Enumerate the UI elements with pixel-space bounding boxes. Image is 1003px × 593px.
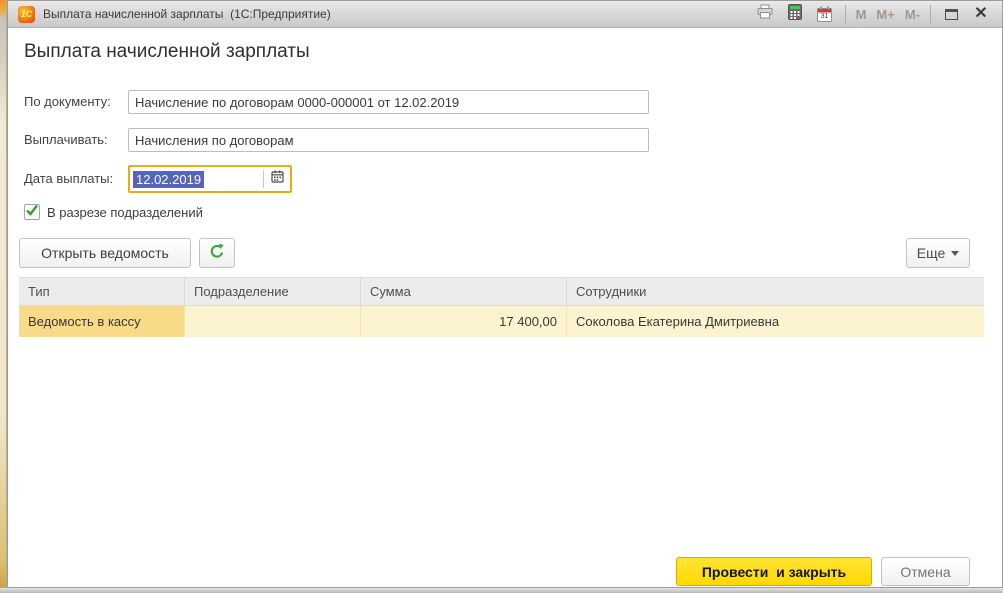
document-field-value: Начисление по договорам 0000-000001 от 1… — [135, 95, 459, 110]
pay-field-value: Начисления по договорам — [135, 133, 294, 148]
calendar-icon: 31 — [817, 6, 832, 22]
cancel-button[interactable]: Отмена — [881, 557, 970, 586]
print-button[interactable] — [752, 4, 778, 25]
column-header-employees[interactable]: Сотрудники — [567, 278, 984, 305]
document-field[interactable]: Начисление по договорам 0000-000001 от 1… — [128, 90, 649, 114]
page-title: Выплата начисленной зарплаты — [24, 41, 310, 63]
titlebar[interactable]: 1С Выплата начисленной зарплаты (1С:Пред… — [8, 1, 1002, 28]
by-departments-checkbox[interactable]: В разрезе подразделений — [24, 204, 203, 220]
document-field-label: По документу: — [24, 90, 111, 114]
open-sheet-button[interactable]: Открыть ведомость — [19, 238, 191, 268]
payment-date-field[interactable]: 12.02.2019 — [128, 165, 292, 193]
table-row[interactable]: Ведомость в кассу 17 400,00 Соколова Ека… — [19, 306, 984, 337]
cell-employees[interactable]: Соколова Екатерина Дмитриевна — [567, 306, 984, 337]
cell-amount[interactable]: 17 400,00 — [361, 306, 567, 337]
more-button[interactable]: Еще — [906, 238, 970, 268]
dialog-window: 1С Выплата начисленной зарплаты (1С:Пред… — [7, 0, 1003, 588]
restore-icon — [945, 9, 958, 20]
app-background-edge — [0, 0, 7, 588]
memory-m-minus-button[interactable]: M- — [902, 7, 923, 22]
calendar-picker-icon — [271, 170, 284, 188]
post-and-close-button[interactable]: Провести и закрыть — [676, 557, 872, 586]
titlebar-separator — [845, 5, 846, 23]
refresh-icon — [208, 243, 226, 264]
printer-icon — [756, 4, 774, 24]
calendar-button[interactable]: 31 — [812, 4, 838, 25]
column-header-amount[interactable]: Сумма — [361, 278, 567, 305]
column-header-department[interactable]: Подразделение — [185, 278, 361, 305]
calculator-icon — [788, 4, 802, 25]
chevron-down-icon — [951, 251, 959, 256]
1c-logo-icon: 1С — [18, 6, 35, 23]
cell-type[interactable]: Ведомость в кассу — [19, 306, 185, 337]
pay-field[interactable]: Начисления по договорам — [128, 128, 649, 152]
close-icon: ✕ — [974, 6, 987, 22]
checkbox-label: В разрезе подразделений — [47, 205, 203, 220]
titlebar-buttons: 31 M M+ M- ✕ — [752, 4, 1002, 25]
checkbox-box[interactable] — [24, 204, 40, 220]
screen: 1С Выплата начисленной зарплаты (1С:Пред… — [0, 0, 1003, 593]
restore-window-button[interactable] — [938, 4, 964, 25]
window-bottom-edge — [0, 588, 1003, 593]
pay-field-label: Выплачивать: — [24, 128, 108, 152]
payout-table: Тип Подразделение Сумма Сотрудники Ведом… — [19, 277, 984, 337]
calculator-button[interactable] — [782, 4, 808, 25]
checkmark-icon — [25, 203, 39, 222]
date-picker-button[interactable] — [264, 167, 290, 191]
cell-department[interactable] — [185, 306, 361, 337]
table-header-row: Тип Подразделение Сумма Сотрудники — [19, 277, 984, 306]
more-button-label: Еще — [917, 245, 946, 261]
memory-m-button[interactable]: M — [853, 7, 870, 22]
titlebar-separator — [930, 5, 931, 23]
date-field-label: Дата выплаты: — [24, 167, 113, 191]
column-header-type[interactable]: Тип — [19, 278, 185, 305]
calendar-day-label: 31 — [817, 13, 832, 20]
window-title: Выплата начисленной зарплаты (1С:Предпри… — [43, 7, 752, 21]
close-window-button[interactable]: ✕ — [968, 4, 994, 25]
memory-m-plus-button[interactable]: M+ — [873, 7, 897, 22]
date-field-value: 12.02.2019 — [133, 171, 204, 188]
refresh-button[interactable] — [199, 238, 235, 268]
